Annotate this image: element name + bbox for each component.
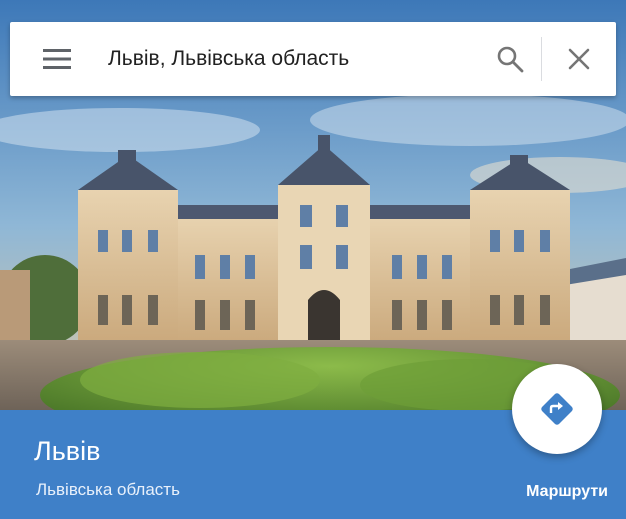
search-button[interactable] (485, 22, 535, 96)
directions-diamond-icon (541, 393, 573, 425)
place-subtitle: Львівська область (36, 480, 180, 499)
search-input[interactable]: Львів, Львівська область (108, 47, 485, 71)
search-divider (541, 37, 542, 81)
directions-label[interactable]: Маршрути (526, 483, 608, 501)
menu-button[interactable] (32, 22, 82, 96)
map-place-card: Львів, Львівська область Львів Львівська… (0, 0, 626, 519)
directions-button[interactable] (512, 364, 602, 454)
close-icon (568, 48, 590, 70)
hamburger-menu-icon (43, 49, 71, 69)
clear-search-button[interactable] (554, 22, 604, 96)
place-title: Львів (34, 436, 101, 466)
search-icon (497, 46, 524, 73)
search-bar: Львів, Львівська область (10, 22, 616, 96)
